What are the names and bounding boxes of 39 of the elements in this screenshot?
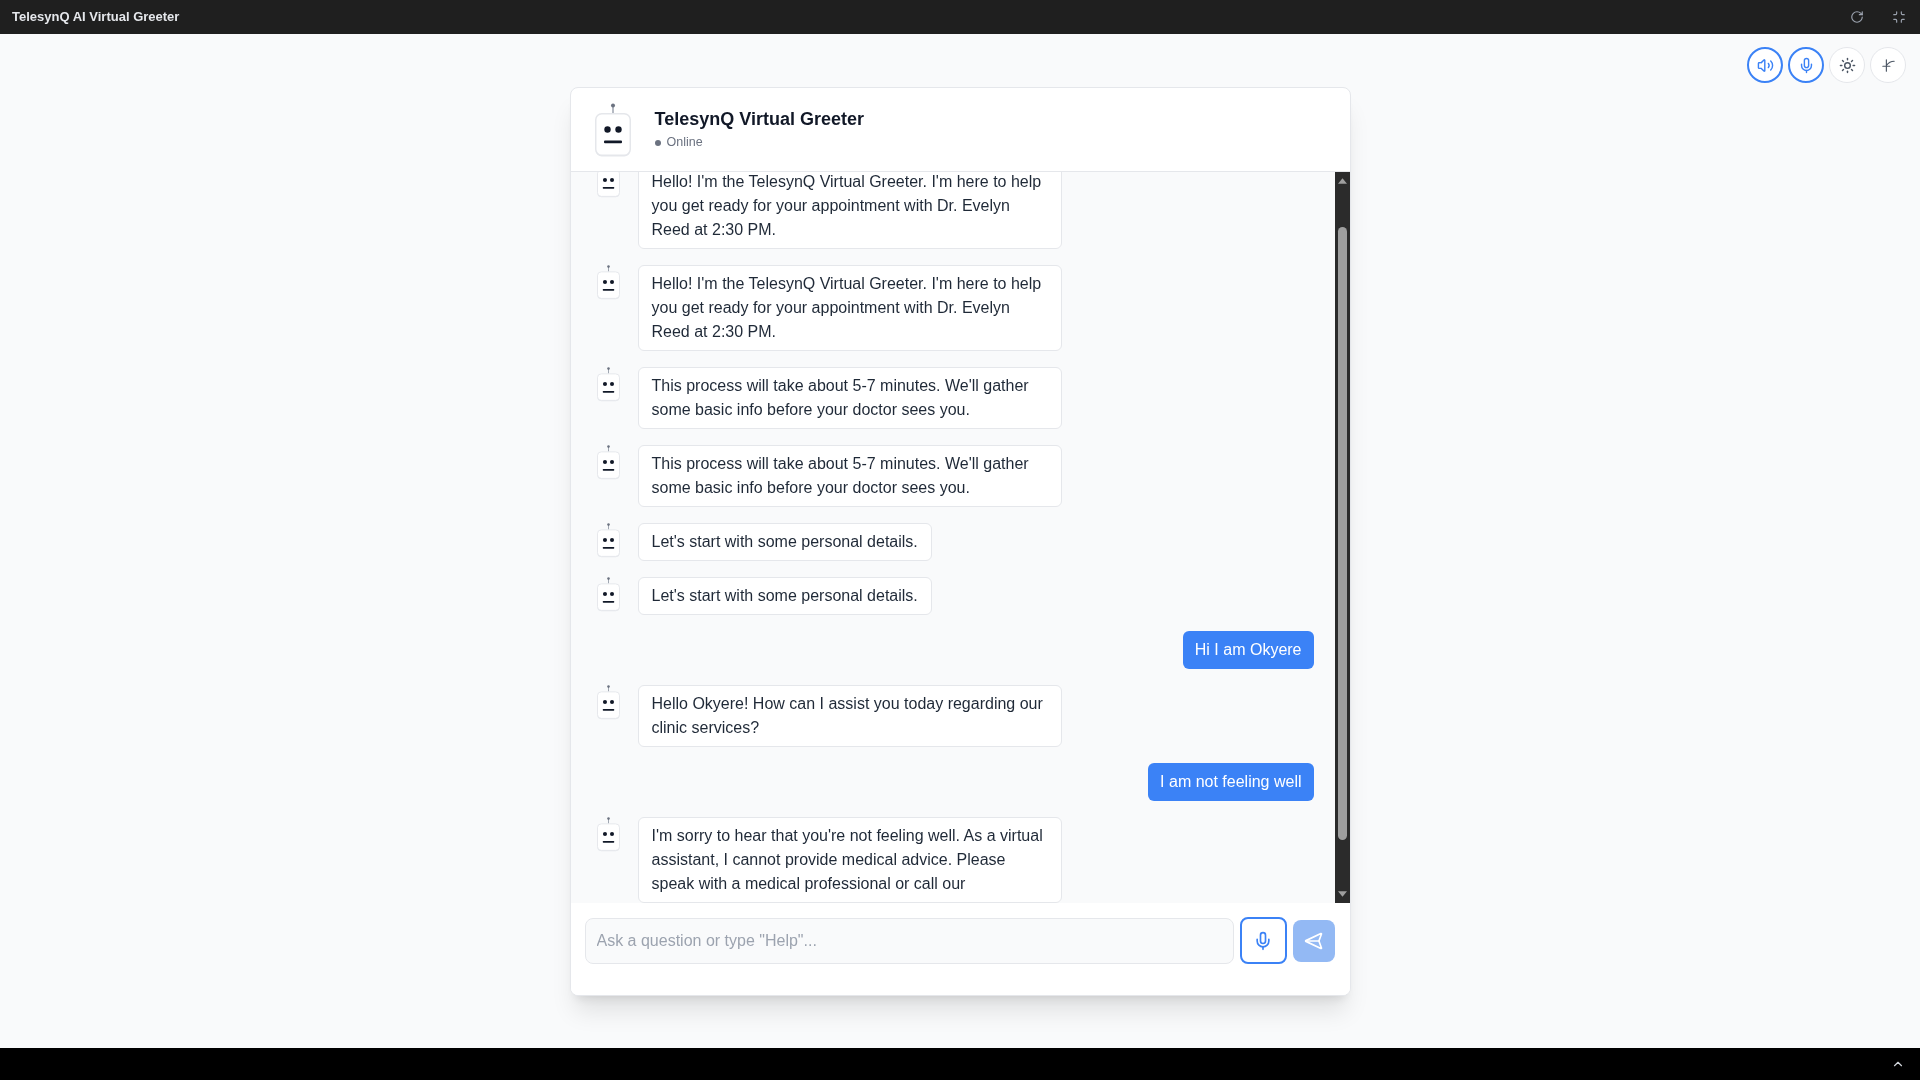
robot-icon xyxy=(596,685,620,720)
user-message: I am not feeling well xyxy=(1148,763,1314,801)
bot-message: I'm sorry to hear that you're not feeling well. As a virtual assistant, I cannot provide medical advice. Please speak with a medical professional or call our xyxy=(637,817,1062,903)
curve-icon xyxy=(1879,56,1897,74)
bot-message: Hello! I'm the TelesynQ Virtual Greeter. I'm here to help you get ready for your appointment with Dr. Evelyn Reed at 2:30 PM. xyxy=(637,265,1062,351)
bot-message: Let's start with some personal details. xyxy=(637,577,932,615)
curve-button[interactable] xyxy=(1870,47,1906,83)
sun-icon xyxy=(1838,56,1856,74)
minimize-icon[interactable] xyxy=(1892,10,1906,24)
bot-message: This process will take about 5-7 minutes. We'll gather some basic info before your doctor sees you. xyxy=(637,367,1062,429)
microphone-button[interactable] xyxy=(1239,917,1287,964)
status-dot-icon xyxy=(654,139,661,146)
user-message: Hi I am Okyere xyxy=(1182,631,1314,669)
robot-icon xyxy=(596,367,620,402)
robot-icon xyxy=(596,523,620,558)
sun-button[interactable] xyxy=(1829,47,1865,83)
microphone-icon xyxy=(1253,930,1273,951)
bot-message: Hello Okyere! How can I assist you today regarding our clinic services? xyxy=(637,685,1062,747)
refresh-icon[interactable] xyxy=(1850,10,1864,24)
robot-icon xyxy=(594,102,631,157)
microphone-button[interactable] xyxy=(1788,47,1824,83)
status-label: Online xyxy=(666,134,703,152)
scroll-up-arrow-icon[interactable] xyxy=(1337,178,1347,184)
app-title: TelesynQ AI Virtual Greeter xyxy=(12,8,180,27)
robot-icon xyxy=(596,577,620,612)
message-input[interactable]: Ask a question or type "Help"... xyxy=(584,917,1234,964)
bot-message: Hello! I'm the TelesynQ Virtual Greeter. I'm here to help you get ready for your appointment with Dr. Evelyn Reed at 2:30 PM. xyxy=(637,172,1062,249)
speaker-button[interactable] xyxy=(1747,47,1783,83)
scrollbar[interactable] xyxy=(1334,172,1350,903)
speaker-icon xyxy=(1756,56,1774,74)
send-icon xyxy=(1303,930,1324,951)
chat-title: TelesynQ Virtual Greeter xyxy=(654,108,864,132)
bot-message: This process will take about 5-7 minutes. We'll gather some basic info before your doctor sees you. xyxy=(637,445,1062,507)
scrollbar-thumb[interactable] xyxy=(1337,227,1347,840)
robot-icon xyxy=(596,445,620,480)
scroll-down-arrow-icon[interactable] xyxy=(1337,891,1347,897)
robot-icon xyxy=(596,265,620,300)
bot-message: Let's start with some personal details. xyxy=(637,523,932,561)
robot-icon xyxy=(596,817,620,852)
